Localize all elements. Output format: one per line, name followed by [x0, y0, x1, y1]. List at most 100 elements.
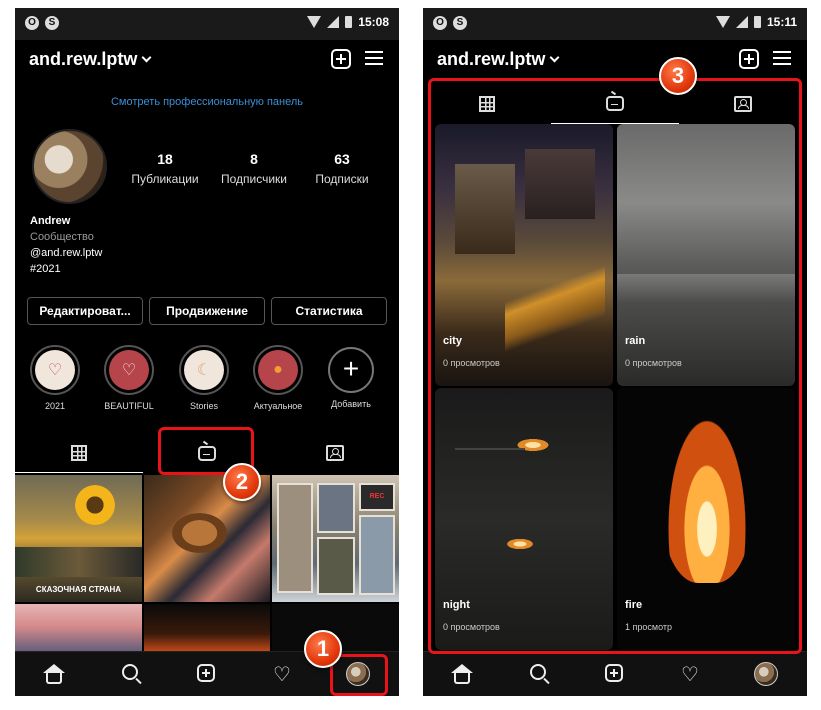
- annotation-marker-2: 2: [223, 463, 261, 501]
- promote-button[interactable]: Продвижение: [149, 297, 265, 325]
- right-phone-screen: O S 15:11 and.rew.lptw city 0 просмотров: [423, 8, 807, 696]
- username: and.rew.lptw: [29, 49, 138, 69]
- profile-handle[interactable]: @and.rew.lptw: [30, 245, 102, 261]
- fire-flame: [662, 403, 752, 583]
- insights-button[interactable]: Статистика: [271, 297, 387, 325]
- building-shape: [525, 149, 595, 219]
- profile-hashtag[interactable]: #2021: [30, 261, 102, 277]
- highlight-actual[interactable]: ● Актуальное: [249, 345, 307, 411]
- video-title: rain: [625, 335, 646, 347]
- profile-category: Сообщество: [30, 231, 94, 243]
- highlight-ring: ♡: [104, 345, 154, 395]
- profile-nav-avatar[interactable]: [346, 662, 370, 686]
- new-post-icon[interactable]: [331, 49, 351, 69]
- sea-shape: [617, 274, 795, 304]
- tagged-icon: [326, 445, 344, 461]
- profile-tabs: [423, 84, 807, 124]
- followers-stat[interactable]: 8 Подписчики: [209, 151, 299, 186]
- heart-icon[interactable]: ♡: [271, 664, 293, 686]
- collage-photo: [359, 515, 395, 595]
- post-thumbnail[interactable]: [15, 604, 142, 654]
- video-title: night: [443, 599, 470, 611]
- post-thumbnail[interactable]: [144, 604, 270, 654]
- tab-tagged[interactable]: [679, 84, 807, 124]
- search-icon[interactable]: [530, 664, 546, 680]
- highlight-add[interactable]: + Добавить: [322, 345, 380, 409]
- grid-icon: [71, 444, 87, 461]
- heart-icon[interactable]: ♡: [679, 664, 701, 686]
- tab-posts[interactable]: [15, 433, 143, 473]
- highlight-label: Актуальное: [253, 401, 303, 411]
- collage-photo: [317, 537, 355, 595]
- following-stat[interactable]: 63 Подписки: [297, 151, 387, 186]
- igtv-video-night[interactable]: night 0 просмотров: [435, 388, 613, 650]
- sync-icon: S: [45, 16, 59, 30]
- video-title: city: [443, 335, 462, 347]
- menu-icon[interactable]: [773, 51, 791, 65]
- home-icon[interactable]: [451, 664, 473, 684]
- annotation-marker-3: 3: [659, 57, 697, 95]
- streetlight-glow: [505, 538, 535, 550]
- tab-igtv[interactable]: [551, 84, 679, 124]
- igtv-icon: [198, 445, 216, 461]
- building-shape: [455, 164, 515, 254]
- profile-header: and.rew.lptw: [423, 44, 807, 76]
- stat-label: Публикации: [131, 172, 199, 186]
- highlight-label: Добавить: [331, 399, 371, 409]
- video-views: 0 просмотров: [625, 358, 682, 368]
- post-thumbnail[interactable]: REC: [272, 475, 399, 602]
- add-post-icon[interactable]: [605, 664, 623, 682]
- moon-icon: ☾: [184, 350, 224, 390]
- status-bar: O S 15:08: [15, 8, 399, 40]
- menu-icon[interactable]: [365, 51, 383, 65]
- highlight-ring: ☾: [179, 345, 229, 395]
- highlight-2021[interactable]: ♡ 2021: [26, 345, 84, 411]
- photo-strip: [15, 547, 142, 577]
- opera-icon: O: [25, 16, 39, 30]
- battery-icon: [345, 16, 353, 28]
- stat-label: Подписки: [315, 172, 369, 186]
- lamp-pole: [455, 448, 525, 450]
- igtv-video-city[interactable]: city 0 просмотров: [435, 124, 613, 386]
- highlight-label: BEAUTIFUL: [104, 401, 154, 411]
- highlight-stories[interactable]: ☾ Stories: [175, 345, 233, 411]
- account-switcher[interactable]: and.rew.lptw: [29, 49, 152, 70]
- highlight-beautiful[interactable]: ♡ BEAUTIFUL: [100, 345, 158, 411]
- profile-nav-avatar[interactable]: [754, 662, 778, 686]
- stat-value: 18: [157, 151, 173, 167]
- igtv-video-grid: city 0 просмотров rain 0 просмотров nigh…: [435, 124, 795, 650]
- highlight-ring: ●: [253, 345, 303, 395]
- left-phone-screen: O S 15:08 and.rew.lptw Смотреть професси…: [15, 8, 399, 696]
- home-icon[interactable]: [43, 664, 65, 684]
- profile-name: Andrew: [30, 215, 71, 227]
- signal-icon: [735, 16, 748, 28]
- apple-icon: ●: [258, 350, 298, 390]
- profile-actions: Редактироват... Продвижение Статистика: [27, 297, 387, 325]
- account-switcher[interactable]: and.rew.lptw: [437, 49, 560, 70]
- new-post-icon[interactable]: [739, 49, 759, 69]
- tab-tagged[interactable]: [271, 433, 399, 473]
- professional-dashboard-link[interactable]: Смотреть профессиональную панель: [15, 96, 399, 108]
- status-bar: O S 15:11: [423, 8, 807, 40]
- bottom-navigation: ♡: [423, 651, 807, 696]
- status-time: 15:11: [766, 15, 797, 29]
- edit-profile-button[interactable]: Редактироват...: [27, 297, 143, 325]
- wifi-icon: [715, 16, 730, 28]
- tab-posts[interactable]: [423, 84, 551, 124]
- profile-avatar[interactable]: [32, 129, 107, 204]
- tagged-icon: [734, 96, 752, 112]
- profile-bio: Andrew Сообщество @and.rew.lptw #2021: [30, 213, 102, 277]
- grid-icon: [479, 96, 495, 112]
- igtv-icon: [606, 96, 624, 111]
- post-caption: СКАЗОЧНАЯ СТРАНА: [35, 585, 122, 594]
- stat-value: 8: [250, 151, 258, 167]
- search-icon[interactable]: [122, 664, 138, 680]
- profile-header: and.rew.lptw: [15, 44, 399, 76]
- add-post-icon[interactable]: [197, 664, 215, 682]
- highlight-label: Stories: [189, 401, 218, 411]
- post-thumbnail[interactable]: СКАЗОЧНАЯ СТРАНА: [15, 475, 142, 602]
- igtv-video-rain[interactable]: rain 0 просмотров: [617, 124, 795, 386]
- igtv-video-fire[interactable]: fire 1 просмотр: [617, 388, 795, 650]
- posts-stat[interactable]: 18 Публикации: [120, 151, 210, 186]
- heart-outline-icon: ♡: [109, 350, 149, 390]
